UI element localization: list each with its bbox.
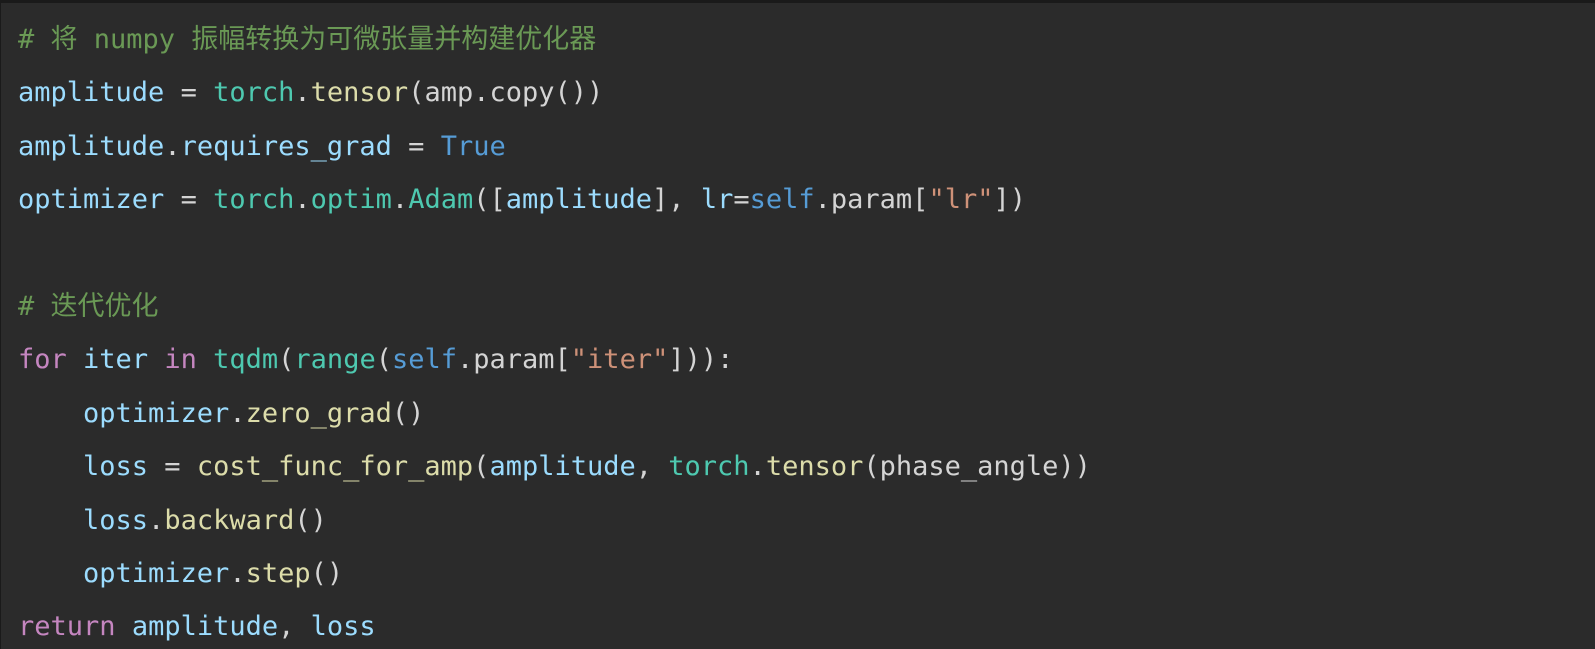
code-token-module: torch — [213, 184, 295, 216]
code-token-variable: optimizer — [83, 557, 230, 589]
code-line: amplitude.requires_grad = True — [18, 120, 1595, 173]
code-token-plain: ( — [278, 344, 295, 376]
code-token-variable: optimizer — [18, 184, 165, 216]
code-token-plain: . — [749, 451, 766, 483]
code-token-plain: ], — [652, 184, 701, 216]
code-token-module: range — [294, 344, 376, 376]
code-token-variable: requires_grad — [180, 130, 392, 162]
code-token-module: Adam — [408, 184, 474, 216]
code-line: # 将 numpy 振幅转换为可微张量并构建优化器 — [18, 13, 1595, 66]
code-token-function: backward — [164, 504, 295, 536]
code-line: amplitude = torch.tensor(amp.copy()) — [18, 66, 1595, 119]
code-token-variable: iter — [83, 344, 149, 376]
code-token-plain: , — [635, 451, 669, 483]
code-token-plain: ([ — [473, 184, 506, 216]
code-token-plain: .param[ — [814, 184, 929, 216]
code-token-plain: . — [229, 557, 246, 589]
code-token-variable: lr — [700, 184, 734, 216]
code-line: return amplitude, loss — [18, 600, 1595, 649]
code-token-function: step — [245, 557, 311, 589]
code-token-plain: . — [164, 130, 181, 162]
code-token-comment: # 迭代优化 — [18, 290, 159, 322]
code-token-variable: loss — [310, 611, 376, 643]
code-token-string: "lr" — [928, 184, 994, 216]
code-token-plain: () — [294, 504, 327, 536]
code-token-module: tqdm — [213, 344, 279, 376]
code-line: optimizer = torch.optim.Adam([amplitude]… — [18, 173, 1595, 226]
code-token-function: cost_func_for_amp — [196, 451, 474, 483]
code-token-keyword-blue: True — [440, 130, 506, 162]
code-line: optimizer.step() — [18, 547, 1595, 600]
code-line: loss.backward() — [18, 494, 1595, 547]
code-token-plain: (amp.copy()) — [408, 77, 604, 109]
code-token-plain: () — [310, 557, 344, 589]
code-token-variable: amplitude — [18, 130, 165, 162]
code-token-keyword-control: return — [18, 611, 116, 643]
code-line: loss = cost_func_for_amp(amplitude, torc… — [18, 440, 1595, 493]
code-editor[interactable]: # 将 numpy 振幅转换为可微张量并构建优化器 amplitude = tor… — [0, 0, 1595, 649]
code-token-plain: ( — [375, 344, 392, 376]
code-token-keyword-blue: self — [391, 344, 457, 376]
code-token-plain: = — [391, 130, 441, 162]
code-token-keyword-control: in — [164, 344, 197, 376]
code-token-function: zero_grad — [245, 397, 392, 429]
code-token-plain: , — [278, 611, 311, 643]
code-token-plain: (phase_angle)) — [863, 451, 1091, 483]
code-line: # 迭代优化 — [18, 280, 1595, 333]
code-token-plain: . — [148, 504, 165, 536]
code-token-module: optim — [310, 184, 392, 216]
code-token-plain: ])): — [668, 344, 734, 376]
code-token-keyword-blue: self — [749, 184, 815, 216]
code-token-plain: .param[ — [457, 344, 571, 376]
code-token-keyword-control: for — [18, 344, 67, 376]
code-token-plain: = — [148, 451, 197, 483]
code-token-variable: loss — [83, 451, 149, 483]
code-token-plain: = — [164, 77, 214, 109]
code-token-variable: optimizer — [83, 397, 230, 429]
code-token-plain: ( — [473, 451, 490, 483]
code-token-plain: ]) — [993, 184, 1026, 216]
code-token-comment: # 将 numpy 振幅转换为可微张量并构建优化器 — [18, 24, 597, 55]
code-block[interactable]: # 将 numpy 振幅转换为可微张量并构建优化器 amplitude = tor… — [18, 13, 1595, 649]
code-token-variable: amplitude — [131, 611, 279, 643]
code-token-variable: amplitude — [489, 451, 636, 483]
code-token-plain: . — [294, 77, 311, 109]
code-line: for iter in tqdm(range(self.param["iter"… — [18, 333, 1595, 386]
code-token-plain: () — [391, 397, 425, 429]
code-token-plain: . — [229, 397, 246, 429]
code-token-function: tensor — [310, 77, 409, 109]
code-token-module: torch — [213, 77, 295, 109]
code-token-variable: amplitude — [505, 184, 653, 216]
code-token-module: torch — [668, 451, 750, 483]
code-token-variable: loss — [83, 504, 149, 536]
code-token-string: "iter" — [570, 344, 669, 376]
code-line: optimizer.zero_grad() — [18, 387, 1595, 440]
code-token-plain: . — [294, 184, 311, 216]
code-token-plain: . — [391, 184, 409, 216]
code-token-function: tensor — [765, 451, 864, 483]
code-token-plain: = — [733, 184, 750, 216]
code-token-plain: = — [164, 184, 214, 216]
code-token-variable: amplitude — [18, 77, 165, 109]
